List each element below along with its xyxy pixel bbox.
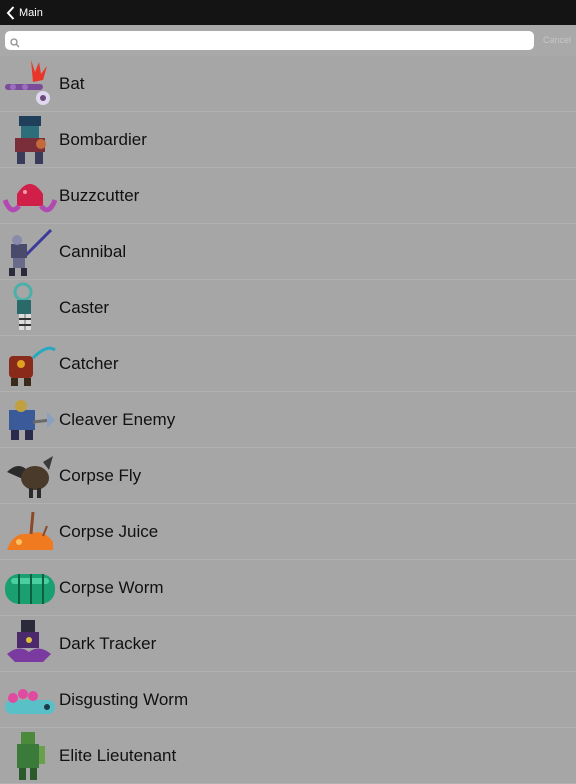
cancel-button[interactable]: Cancel <box>543 35 571 45</box>
corpse-fly-icon <box>7 455 53 498</box>
enemy-name: Disgusting Worm <box>59 689 189 709</box>
enemy-name: Catcher <box>59 353 119 373</box>
catcher-icon <box>9 346 56 386</box>
list-item[interactable]: Elite Lieutenant <box>0 728 576 784</box>
list-item[interactable]: Cleaver Enemy <box>0 392 576 448</box>
enemy-name: Dark Tracker <box>59 633 157 653</box>
elite-lieutenant-icon <box>17 731 45 780</box>
list-item[interactable]: Bombardier <box>0 112 576 168</box>
search-input[interactable] <box>23 31 523 50</box>
enemy-name: Elite Lieutenant <box>59 745 177 765</box>
search-bar: Cancel <box>0 25 576 56</box>
list-item[interactable]: Corpse Worm <box>0 560 576 616</box>
back-button[interactable]: Main <box>6 5 43 20</box>
chevron-left-icon <box>6 5 15 20</box>
cannibal-icon <box>9 228 53 276</box>
corpse-worm-icon <box>5 573 55 604</box>
bat-icon <box>5 59 50 105</box>
enemy-name: Caster <box>59 297 110 317</box>
list-item[interactable]: Bat <box>0 56 576 112</box>
enemy-name: Corpse Fly <box>59 465 142 485</box>
back-button-label: Main <box>19 6 43 19</box>
list-item[interactable]: Catcher <box>0 336 576 392</box>
corpse-juice-icon <box>7 511 53 550</box>
buzzcutter-icon <box>3 183 57 212</box>
enemy-name: Cleaver Enemy <box>59 409 176 429</box>
list-item[interactable]: Disgusting Worm <box>0 672 576 728</box>
dark-tracker-icon <box>7 619 51 662</box>
cleaver-enemy-icon <box>9 399 55 440</box>
list-item[interactable]: Corpse Juice <box>0 504 576 560</box>
enemy-list: Bat Bombardier Buzzcutter Cannibal Caste… <box>0 56 576 784</box>
enemy-name: Bat <box>59 73 85 93</box>
bombardier-icon <box>15 115 46 164</box>
search-icon <box>10 35 20 53</box>
list-item[interactable]: Dark Tracker <box>0 616 576 672</box>
disgusting-worm-icon <box>5 688 55 714</box>
enemy-name: Bombardier <box>59 129 147 149</box>
list-item[interactable]: Buzzcutter <box>0 168 576 224</box>
caster-icon <box>13 282 33 330</box>
enemy-name: Corpse Worm <box>59 577 164 597</box>
search-field[interactable] <box>5 31 534 50</box>
enemy-name: Cannibal <box>59 241 127 261</box>
list-item[interactable]: Caster <box>0 280 576 336</box>
navigation-bar: Main <box>0 0 576 25</box>
list-item[interactable]: Corpse Fly <box>0 448 576 504</box>
enemy-name: Buzzcutter <box>59 185 140 205</box>
list-item[interactable]: Cannibal <box>0 224 576 280</box>
enemy-name: Corpse Juice <box>59 521 159 541</box>
